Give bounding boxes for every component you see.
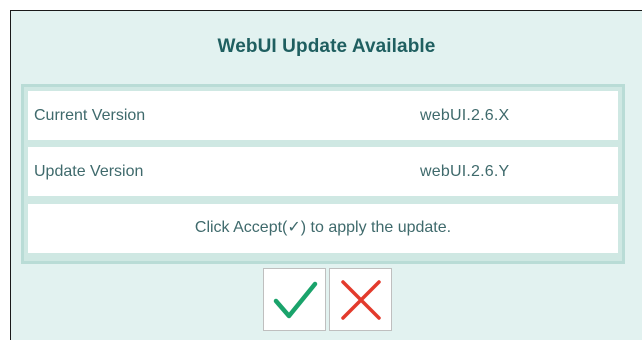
instruction-row: Click Accept(✓) to apply the update.	[28, 204, 618, 253]
dialog-title: WebUI Update Available	[217, 36, 436, 57]
current-version-row: Current Version webUI.2.6.X	[28, 91, 618, 140]
cross-icon	[340, 279, 381, 320]
instruction-message: Click Accept(✓) to apply the update.	[194, 219, 452, 236]
update-version-row: Update Version webUI.2.6.Y	[28, 147, 618, 196]
current-version-value: webUI.2.6.X	[420, 107, 510, 124]
update-version-value: webUI.2.6.Y	[420, 163, 510, 180]
version-info-table: Current Version webUI.2.6.X Update Versi…	[21, 84, 625, 264]
checkmark-icon	[273, 281, 317, 318]
update-dialog: WebUI Update Available Current Version w…	[10, 10, 642, 340]
accept-button[interactable]	[263, 268, 326, 331]
update-version-label: Update Version	[34, 163, 144, 180]
current-version-label: Current Version	[34, 107, 146, 124]
dialog-actions	[263, 268, 392, 334]
reject-button[interactable]	[329, 268, 392, 331]
